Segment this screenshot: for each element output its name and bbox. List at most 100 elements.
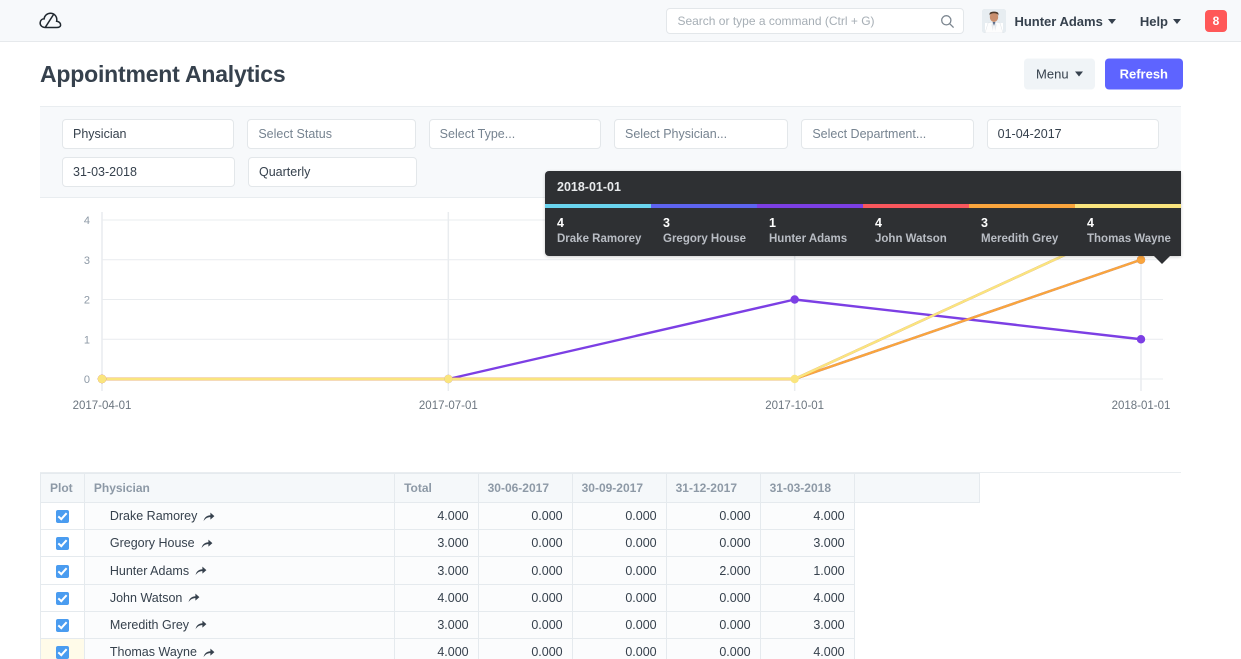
plot-checkbox-cell[interactable] <box>41 639 85 659</box>
table-col-physician[interactable]: Physician <box>84 474 394 503</box>
plot-checkbox-cell[interactable] <box>41 584 85 611</box>
q3-cell: 0.000 <box>666 530 760 557</box>
table-col-plot[interactable]: Plot <box>41 474 85 503</box>
tooltip-item-value: 1 <box>769 216 863 230</box>
tooltip-item-label: Drake Ramorey <box>557 233 651 245</box>
table-col-30-06-2017[interactable]: 30-06-2017 <box>478 474 572 503</box>
plot-checkbox-cell[interactable] <box>41 503 85 530</box>
tooltip-item-label: Hunter Adams <box>769 233 863 245</box>
total-cell: 4.000 <box>395 584 479 611</box>
spacer-cell <box>854 611 979 638</box>
tooltip-item-value: 4 <box>875 216 969 230</box>
search-input[interactable] <box>677 14 937 28</box>
q3-cell: 0.000 <box>666 584 760 611</box>
total-cell: 4.000 <box>395 503 479 530</box>
table-col-31-12-2017[interactable]: 31-12-2017 <box>666 474 760 503</box>
filter-tree-type[interactable]: Physician <box>62 119 234 149</box>
spacer-cell <box>854 584 979 611</box>
q4-cell: 4.000 <box>760 503 854 530</box>
x-axis-tick-label: 2017-04-01 <box>73 400 132 412</box>
open-link-arrow-icon[interactable] <box>203 647 215 658</box>
q2-cell: 0.000 <box>572 557 666 584</box>
table-row[interactable]: John Watson 4.000 0.000 0.000 0.000 4.00… <box>41 584 980 611</box>
table-col-spacer <box>854 474 979 503</box>
plot-checkbox[interactable] <box>56 646 69 659</box>
chart-data-point[interactable] <box>444 375 452 383</box>
avatar[interactable] <box>982 9 1006 33</box>
physician-cell: Hunter Adams <box>84 557 394 584</box>
chart-data-point[interactable] <box>98 375 106 383</box>
table-col-30-09-2017[interactable]: 30-09-2017 <box>572 474 666 503</box>
total-cell: 3.000 <box>395 557 479 584</box>
physician-cell: Gregory House <box>84 530 394 557</box>
tooltip-item-label: John Watson <box>875 233 969 245</box>
table-row[interactable]: Gregory House 3.000 0.000 0.000 0.000 3.… <box>41 530 980 557</box>
filter-to-date[interactable]: 31-03-2018 <box>62 157 235 187</box>
physician-cell: John Watson <box>84 584 394 611</box>
plot-checkbox-cell[interactable] <box>41 557 85 584</box>
tooltip-title: 2018-01-01 <box>545 171 1181 204</box>
navbar: Hunter Adams Help 8 <box>0 0 1241 42</box>
refresh-button[interactable]: Refresh <box>1105 59 1183 90</box>
table-row[interactable]: Thomas Wayne 4.000 0.000 0.000 0.000 4.0… <box>41 639 980 659</box>
filter-range[interactable]: Quarterly <box>248 157 417 187</box>
filter-physician[interactable]: Select Physician... <box>614 119 788 149</box>
q3-cell: 2.000 <box>666 557 760 584</box>
open-link-arrow-icon[interactable] <box>201 538 213 549</box>
filter-from-date[interactable]: 01-04-2017 <box>987 119 1159 149</box>
chart-data-point[interactable] <box>1137 256 1145 264</box>
open-link-arrow-icon[interactable] <box>195 565 207 576</box>
plot-checkbox-cell[interactable] <box>41 530 85 557</box>
q1-cell: 0.000 <box>478 530 572 557</box>
q2-cell: 0.000 <box>572 611 666 638</box>
open-link-arrow-icon[interactable] <box>203 511 215 522</box>
filter-row-1: Physician Select Status Select Type... S… <box>40 119 1181 149</box>
help-menu[interactable]: Help <box>1140 14 1181 29</box>
plot-checkbox-cell[interactable] <box>41 611 85 638</box>
tooltip-item-label: Thomas Wayne <box>1087 233 1181 245</box>
total-cell: 3.000 <box>395 611 479 638</box>
notifications-badge[interactable]: 8 <box>1205 10 1227 32</box>
plot-checkbox[interactable] <box>56 537 69 550</box>
plot-checkbox[interactable] <box>56 619 69 632</box>
q2-cell: 0.000 <box>572 584 666 611</box>
menu-button[interactable]: Menu <box>1024 59 1095 90</box>
q1-cell: 0.000 <box>478 557 572 584</box>
table-col-total[interactable]: Total <box>395 474 479 503</box>
total-cell: 4.000 <box>395 639 479 659</box>
table-row[interactable]: Drake Ramorey 4.000 0.000 0.000 0.000 4.… <box>41 503 980 530</box>
help-menu-label: Help <box>1140 14 1168 29</box>
results-table: PlotPhysicianTotal30-06-201730-09-201731… <box>40 473 980 659</box>
plot-checkbox[interactable] <box>56 592 69 605</box>
chart-data-point[interactable] <box>1137 335 1145 343</box>
table-col-31-03-2018[interactable]: 31-03-2018 <box>760 474 854 503</box>
chart-data-point[interactable] <box>790 295 798 303</box>
open-link-arrow-icon[interactable] <box>188 592 200 603</box>
physician-cell: Thomas Wayne <box>84 639 394 659</box>
user-menu[interactable]: Hunter Adams <box>1014 14 1115 29</box>
search-icon[interactable] <box>940 14 955 29</box>
chart-tooltip: 2018-01-01 4 Drake Ramorey 3 Gregory Hou… <box>545 171 1181 256</box>
table-row[interactable]: Hunter Adams 3.000 0.000 0.000 2.000 1.0… <box>41 557 980 584</box>
table-row[interactable]: Meredith Grey 3.000 0.000 0.000 0.000 3.… <box>41 611 980 638</box>
physician-cell: Meredith Grey <box>84 611 394 638</box>
filter-status[interactable]: Select Status <box>247 119 415 149</box>
cloud-slash-logo-icon[interactable] <box>38 8 64 34</box>
q3-cell: 0.000 <box>666 503 760 530</box>
y-axis-tick-label: 4 <box>84 215 90 227</box>
tooltip-item-value: 4 <box>1087 216 1181 230</box>
chevron-down-icon <box>1075 72 1083 77</box>
plot-checkbox[interactable] <box>56 510 69 523</box>
tooltip-item: 4 Drake Ramorey <box>545 216 651 245</box>
filter-department[interactable]: Select Department... <box>801 119 973 149</box>
filter-appointment-type[interactable]: Select Type... <box>429 119 601 149</box>
search-box[interactable] <box>666 8 964 34</box>
q4-cell: 4.000 <box>760 584 854 611</box>
y-axis-tick-label: 3 <box>84 255 90 267</box>
y-axis-tick-label: 0 <box>84 374 90 386</box>
total-cell: 3.000 <box>395 530 479 557</box>
plot-checkbox[interactable] <box>56 565 69 578</box>
chart-data-point[interactable] <box>790 375 798 383</box>
open-link-arrow-icon[interactable] <box>195 619 207 630</box>
q3-cell: 0.000 <box>666 611 760 638</box>
